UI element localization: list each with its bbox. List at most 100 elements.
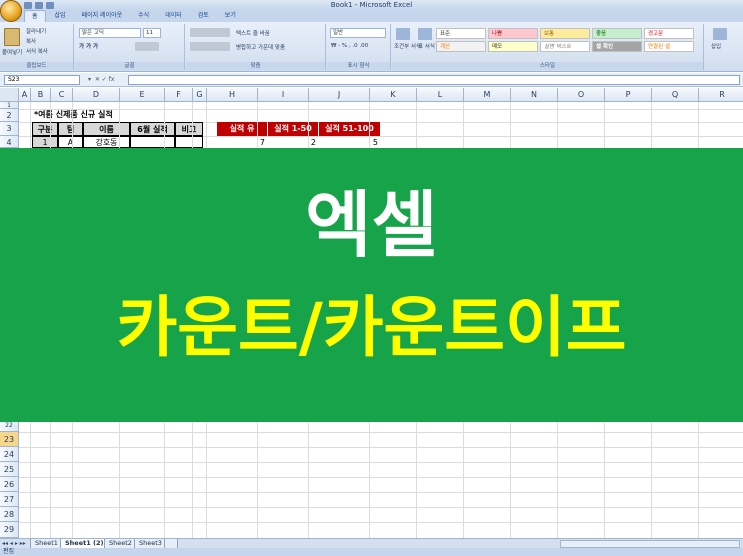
column-header-a[interactable]: A <box>19 88 31 102</box>
cut-button[interactable]: 잘라내기 <box>26 27 46 35</box>
office-button[interactable] <box>0 0 22 22</box>
gridline <box>698 422 699 538</box>
table-cell[interactable]: 강호동 <box>83 136 130 148</box>
tab-formulas[interactable]: 수식 <box>131 10 156 22</box>
column-header-k[interactable]: K <box>370 88 417 102</box>
tab-review[interactable]: 검토 <box>191 10 216 22</box>
conditional-format-icon[interactable] <box>396 28 410 40</box>
row-header-24[interactable]: 24 <box>0 447 19 462</box>
count-header-cell[interactable]: 실적 1-50 <box>268 122 318 136</box>
formula-input[interactable] <box>128 75 740 85</box>
format-table-icon[interactable] <box>418 28 432 40</box>
table-cell[interactable] <box>130 136 175 148</box>
style-normal[interactable]: 표준 <box>436 28 486 39</box>
tab-data[interactable]: 데이터 <box>158 10 189 22</box>
name-box[interactable]: S23 <box>4 75 80 85</box>
column-header-p[interactable]: P <box>605 88 652 102</box>
count-value-cell[interactable]: 7 <box>217 136 267 148</box>
wrap-text-button[interactable]: 텍스트 줄 바꿈 <box>236 29 270 37</box>
column-header-m[interactable]: M <box>464 88 511 102</box>
table-cell[interactable] <box>175 136 203 148</box>
style-warning[interactable]: 경고문 <box>644 28 694 39</box>
style-linked-cell[interactable]: 연결된 셀 <box>644 41 694 52</box>
border-fill-icons[interactable] <box>135 42 159 51</box>
font-size-select[interactable]: 11 <box>143 28 161 38</box>
column-header-h[interactable]: H <box>207 88 258 102</box>
number-format-select[interactable]: 일반 <box>330 28 386 38</box>
row-header-27[interactable]: 27 <box>0 492 19 507</box>
column-header-q[interactable]: Q <box>652 88 699 102</box>
table-header-cell[interactable]: 팀 <box>58 122 83 136</box>
style-calculation[interactable]: 계산 <box>436 41 486 52</box>
tab-view[interactable]: 보기 <box>218 10 243 22</box>
row-header-26[interactable]: 26 <box>0 477 19 492</box>
column-header-g[interactable]: G <box>193 88 207 102</box>
tab-insert[interactable]: 삽입 <box>48 10 73 22</box>
gridline <box>257 102 258 148</box>
style-good[interactable]: 좋음 <box>592 28 642 39</box>
column-header-n[interactable]: N <box>511 88 558 102</box>
select-all-corner[interactable] <box>0 88 19 102</box>
style-explanatory[interactable]: 설명 텍스트 <box>540 41 590 52</box>
column-header-f[interactable]: F <box>165 88 193 102</box>
copy-button[interactable]: 복사 <box>26 37 36 45</box>
row-header-25[interactable]: 25 <box>0 462 19 477</box>
horizontal-scrollbar[interactable] <box>560 540 740 548</box>
table-header-cell[interactable]: 비고 <box>175 122 203 136</box>
font-group: 맑은 고딕 11 가 가 가 글꼴 <box>75 24 185 70</box>
column-header-c[interactable]: C <box>51 88 73 102</box>
column-header-e[interactable]: E <box>120 88 165 102</box>
save-icon[interactable] <box>24 1 32 9</box>
paste-button[interactable]: 붙여넣기 <box>2 48 22 56</box>
align-center-icons[interactable] <box>190 42 230 51</box>
table-cell[interactable]: 1 <box>32 136 58 148</box>
number-format-buttons[interactable]: ₩ - % , .0 .00 <box>331 43 368 49</box>
tab-page-layout[interactable]: 페이지 레이아웃 <box>75 10 130 22</box>
conditional-format-button[interactable]: 조건부 서식 <box>394 42 421 50</box>
column-header-l[interactable]: L <box>417 88 464 102</box>
undo-icon[interactable] <box>35 1 43 9</box>
count-header-cell[interactable]: 실적 51-100 <box>319 122 380 136</box>
align-top-icons[interactable] <box>190 28 230 37</box>
row-header-4[interactable]: 4 <box>0 136 19 148</box>
fx-icon[interactable]: ▾ ✕ ✓ fx <box>88 75 114 85</box>
format-painter-button[interactable]: 서식 복사 <box>26 47 48 55</box>
count-value-cell[interactable]: 2 <box>268 136 318 148</box>
gridline <box>19 447 743 448</box>
insert-cells-icon[interactable] <box>713 28 727 40</box>
style-note[interactable]: 메모 <box>488 41 538 52</box>
style-neutral[interactable]: 보통 <box>540 28 590 39</box>
row-header-3[interactable]: 3 <box>0 122 19 136</box>
column-header-o[interactable]: O <box>558 88 605 102</box>
column-header-i[interactable]: I <box>258 88 309 102</box>
table-cell[interactable]: A <box>58 136 83 148</box>
count-header-cell[interactable]: 실적 유 <box>217 122 267 136</box>
column-header-j[interactable]: J <box>309 88 370 102</box>
column-header-d[interactable]: D <box>73 88 120 102</box>
table-header-cell[interactable]: 6월 실적 <box>130 122 175 136</box>
row-header-1[interactable]: 1 <box>0 102 19 109</box>
merge-center-button[interactable]: 병합하고 가운데 맞춤 <box>236 43 285 51</box>
format-table-button[interactable]: 표 서식 <box>418 42 435 50</box>
styles-group-label: 스타일 <box>392 62 703 70</box>
row-header-22[interactable]: 22 <box>0 422 19 432</box>
row-header-28[interactable]: 28 <box>0 507 19 522</box>
font-name-select[interactable]: 맑은 고딕 <box>79 28 141 38</box>
count-value-cell[interactable]: 5 <box>319 136 380 148</box>
column-header-b[interactable]: B <box>31 88 51 102</box>
column-header-r[interactable]: R <box>699 88 743 102</box>
redo-icon[interactable] <box>46 1 54 9</box>
style-check-cell[interactable]: 셀 확인 <box>592 41 642 52</box>
row-header-23[interactable]: 23 <box>0 432 19 447</box>
insert-cells-button[interactable]: 삽입 <box>711 42 721 50</box>
status-bar: 편집 <box>0 548 743 556</box>
style-bad[interactable]: 나쁨 <box>488 28 538 39</box>
row-header-2[interactable]: 2 <box>0 109 19 122</box>
sheet-title-cell[interactable]: *여름 신제품 신규 실적 <box>34 108 214 122</box>
bold-button[interactable]: 가 가 가 <box>79 42 98 50</box>
table-header-cell[interactable]: 구분 <box>32 122 58 136</box>
row-header-29[interactable]: 29 <box>0 522 19 538</box>
table-header-cell[interactable]: 이름 <box>83 122 130 136</box>
paste-icon[interactable] <box>4 28 20 46</box>
tab-home[interactable]: 홈 <box>24 10 46 22</box>
